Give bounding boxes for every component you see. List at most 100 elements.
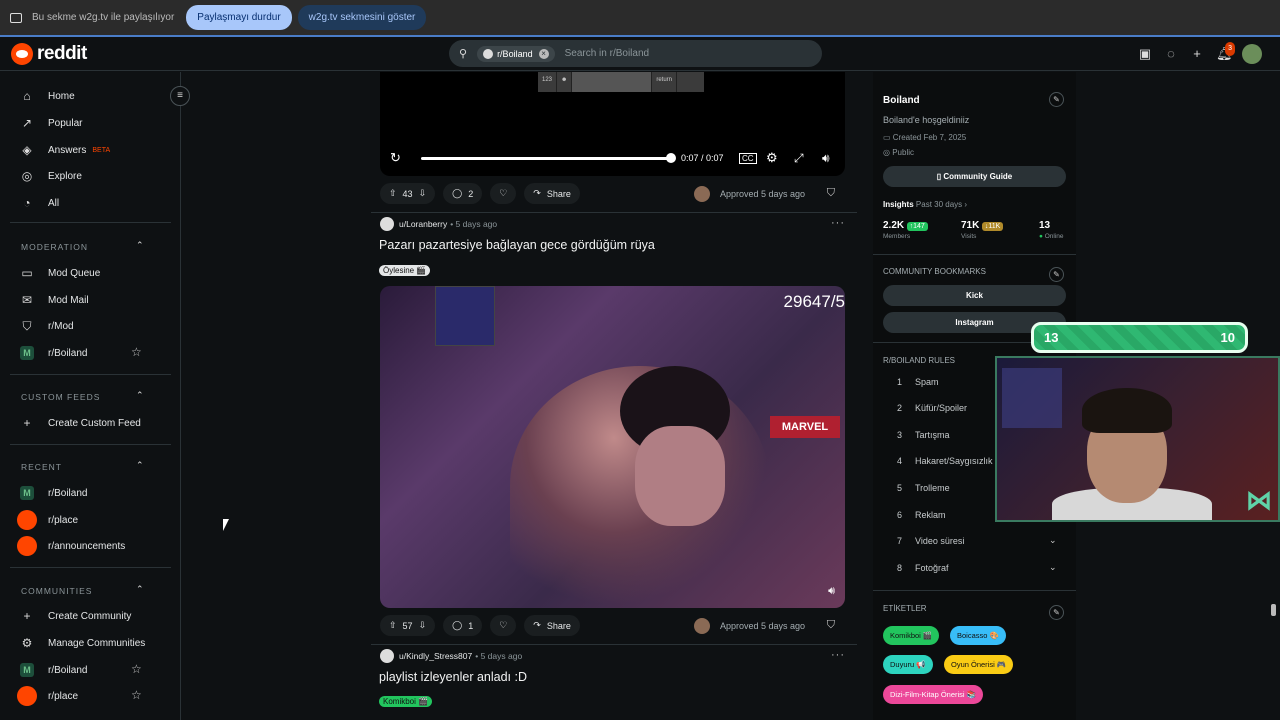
star-icon[interactable]: ☆ bbox=[131, 345, 142, 359]
community-guide-button[interactable]: ▯ Community Guide bbox=[883, 166, 1066, 187]
nav-answers[interactable]: ◈ Answers BETA bbox=[20, 143, 110, 157]
page-scrollbar[interactable] bbox=[1271, 604, 1276, 616]
downvote-icon[interactable]: ⇩ bbox=[419, 188, 427, 199]
post-author[interactable]: u/Loranberry bbox=[399, 219, 447, 229]
comments-button[interactable]: ◯ 1 bbox=[443, 615, 483, 636]
mod-shield-icon[interactable]: ⛉ bbox=[827, 187, 835, 200]
nav-r-mod[interactable]: ⛉ r/Mod bbox=[20, 319, 73, 333]
nav-recent-place[interactable]: r/place bbox=[17, 510, 78, 530]
progress-knob[interactable] bbox=[666, 153, 676, 163]
nav-community-boiland[interactable]: Mr/Boiland bbox=[20, 663, 87, 677]
insights-header[interactable]: Insights Past 30 days › bbox=[883, 200, 967, 209]
collapse-sidebar-button[interactable]: ≡ bbox=[170, 86, 190, 106]
volume-icon[interactable]: 🔊︎ bbox=[828, 585, 835, 598]
chevron-up-icon[interactable]: ⌃ bbox=[136, 240, 144, 251]
rule-item[interactable]: 5 Trolleme bbox=[897, 483, 950, 493]
nav-explore[interactable]: ◎ Explore bbox=[20, 169, 82, 183]
notification-icon[interactable]: 🔔︎ 3 bbox=[1216, 42, 1235, 61]
share-button[interactable]: ↷ Share bbox=[524, 183, 580, 204]
chevron-up-icon[interactable]: ⌃ bbox=[136, 460, 144, 471]
star-icon[interactable]: ☆ bbox=[131, 662, 142, 676]
stop-sharing-button[interactable]: Paylaşmayı durdur bbox=[186, 5, 292, 30]
clear-scope-icon[interactable]: × bbox=[538, 48, 549, 59]
show-tab-button[interactable]: w2g.tv sekmesini göster bbox=[297, 5, 427, 30]
user-avatar[interactable] bbox=[380, 649, 394, 663]
star-icon[interactable]: ☆ bbox=[131, 688, 142, 702]
share-button[interactable]: ↷ Share bbox=[524, 615, 580, 636]
reddit-logo[interactable]: reddit bbox=[11, 43, 87, 65]
rule-item[interactable]: 2 Küfür/Spoiler bbox=[897, 403, 967, 413]
rule-item[interactable]: 4 Hakaret/Saygısızlık bbox=[897, 456, 993, 466]
nav-mod-boiland[interactable]: Mr/Boiland bbox=[20, 346, 87, 360]
share-icon: ↷ bbox=[533, 620, 541, 630]
search-bar[interactable]: ⚲ r/Boiland × Search in r/Boiland bbox=[449, 40, 822, 67]
chevron-up-icon[interactable]: ⌃ bbox=[136, 390, 144, 401]
mouse-cursor-icon bbox=[223, 519, 229, 531]
rule-item[interactable]: 8 Fotoğraf bbox=[897, 563, 949, 573]
search-scope-chip[interactable]: r/Boiland × bbox=[477, 45, 555, 62]
section-recent[interactable]: RECENT bbox=[21, 462, 62, 472]
replay-icon[interactable]: ↻ bbox=[390, 150, 401, 166]
award-button[interactable]: ♡ bbox=[490, 615, 517, 636]
settings-gear-icon[interactable]: ⚙ bbox=[766, 150, 778, 166]
more-options-icon[interactable]: ··· bbox=[831, 649, 845, 661]
nav-recent-announcements[interactable]: r/announcements bbox=[17, 536, 125, 556]
chevron-down-icon[interactable]: ⌄ bbox=[1049, 562, 1057, 573]
user-avatar[interactable] bbox=[380, 217, 394, 231]
bookmark-kick[interactable]: Kick bbox=[883, 285, 1066, 306]
edit-pencil-icon[interactable]: ✎ bbox=[1049, 605, 1064, 620]
nav-home[interactable]: ⌂ Home bbox=[20, 89, 74, 103]
tag-chip[interactable]: Komikboi 🎬 bbox=[883, 626, 940, 645]
search-input[interactable]: Search in r/Boiland bbox=[565, 48, 650, 59]
post-video[interactable]: MARVEL 29647/5 🔊︎ bbox=[380, 286, 845, 608]
more-options-icon[interactable]: ··· bbox=[831, 217, 845, 229]
fullscreen-icon[interactable]: ⤢ bbox=[794, 151, 804, 166]
tag-chip[interactable]: Dizi-Film-Kitap Önerisi 📚 bbox=[883, 685, 984, 704]
nav-recent-boiland[interactable]: Mr/Boiland bbox=[20, 486, 87, 500]
rule-item[interactable]: 7 Video süresi bbox=[897, 536, 964, 546]
divider bbox=[10, 444, 171, 445]
post-flair[interactable]: Öylesine 🎬 bbox=[379, 265, 431, 276]
mod-shield-icon[interactable]: ⛉ bbox=[827, 619, 835, 632]
post-title[interactable]: playlist izleyenler anladı :D bbox=[379, 670, 527, 684]
captions-icon[interactable]: CC bbox=[739, 152, 757, 164]
section-custom-feeds[interactable]: CUSTOM FEEDS bbox=[21, 392, 100, 402]
chevron-down-icon[interactable]: ⌄ bbox=[1049, 535, 1057, 546]
comments-button[interactable]: ◯ 2 bbox=[443, 183, 483, 204]
stat-label: Members bbox=[883, 233, 911, 240]
nav-community-place[interactable]: r/place bbox=[17, 686, 78, 706]
ads-icon[interactable]: ▣ bbox=[1138, 47, 1152, 61]
award-button[interactable]: ♡ bbox=[490, 183, 517, 204]
post-author[interactable]: u/Kindly_Stress807 bbox=[399, 651, 472, 661]
chat-icon[interactable]: ◌ bbox=[1164, 47, 1178, 61]
upvote-icon[interactable]: ⇧ bbox=[389, 620, 397, 631]
volume-icon[interactable]: 🔊︎ bbox=[822, 151, 830, 166]
user-avatar[interactable] bbox=[1242, 44, 1262, 64]
tag-chip[interactable]: Duyuru 📢 bbox=[883, 655, 933, 674]
edit-pencil-icon[interactable]: ✎ bbox=[1049, 92, 1064, 107]
tag-chip[interactable]: Boicasso 🎨 bbox=[950, 626, 1006, 645]
video-player[interactable]: 123 ☻ return ↻ 0:07 / 0:07 CC ⚙ ⤢ 🔊︎ bbox=[380, 72, 845, 176]
rule-item[interactable]: 6 Reklam bbox=[897, 510, 946, 520]
chevron-up-icon[interactable]: ⌃ bbox=[136, 584, 144, 595]
create-icon[interactable]: + bbox=[1190, 47, 1204, 61]
video-progress-bar[interactable] bbox=[421, 157, 671, 160]
tag-chip[interactable]: Oyun Önerisi 🎮 bbox=[944, 655, 1014, 674]
channel-logo-icon: ⋈ bbox=[1246, 485, 1272, 515]
upvote-icon[interactable]: ⇧ bbox=[389, 188, 397, 199]
section-moderation[interactable]: MODERATION bbox=[21, 242, 88, 252]
downvote-icon[interactable]: ⇩ bbox=[419, 620, 427, 631]
nav-mod-queue[interactable]: ▭ Mod Queue bbox=[20, 266, 100, 280]
nav-all[interactable]: ◔ All bbox=[20, 196, 59, 210]
nav-create-custom-feed[interactable]: + Create Custom Feed bbox=[20, 416, 140, 430]
nav-popular[interactable]: ↗ Popular bbox=[20, 116, 83, 130]
rule-item[interactable]: 1 Spam bbox=[897, 377, 939, 387]
nav-create-community[interactable]: + Create Community bbox=[20, 609, 131, 623]
post-flair[interactable]: Komikboi 🎬 bbox=[379, 696, 433, 707]
rule-item[interactable]: 3 Tartışma bbox=[897, 430, 950, 440]
nav-mod-mail[interactable]: ✉ Mod Mail bbox=[20, 293, 89, 307]
post-title[interactable]: Pazarı pazartesiye bağlayan gece gördüğü… bbox=[379, 238, 655, 252]
section-communities[interactable]: COMMUNITIES bbox=[21, 586, 92, 596]
nav-manage-communities[interactable]: ⚙ Manage Communities bbox=[20, 636, 146, 650]
edit-pencil-icon[interactable]: ✎ bbox=[1049, 267, 1064, 282]
